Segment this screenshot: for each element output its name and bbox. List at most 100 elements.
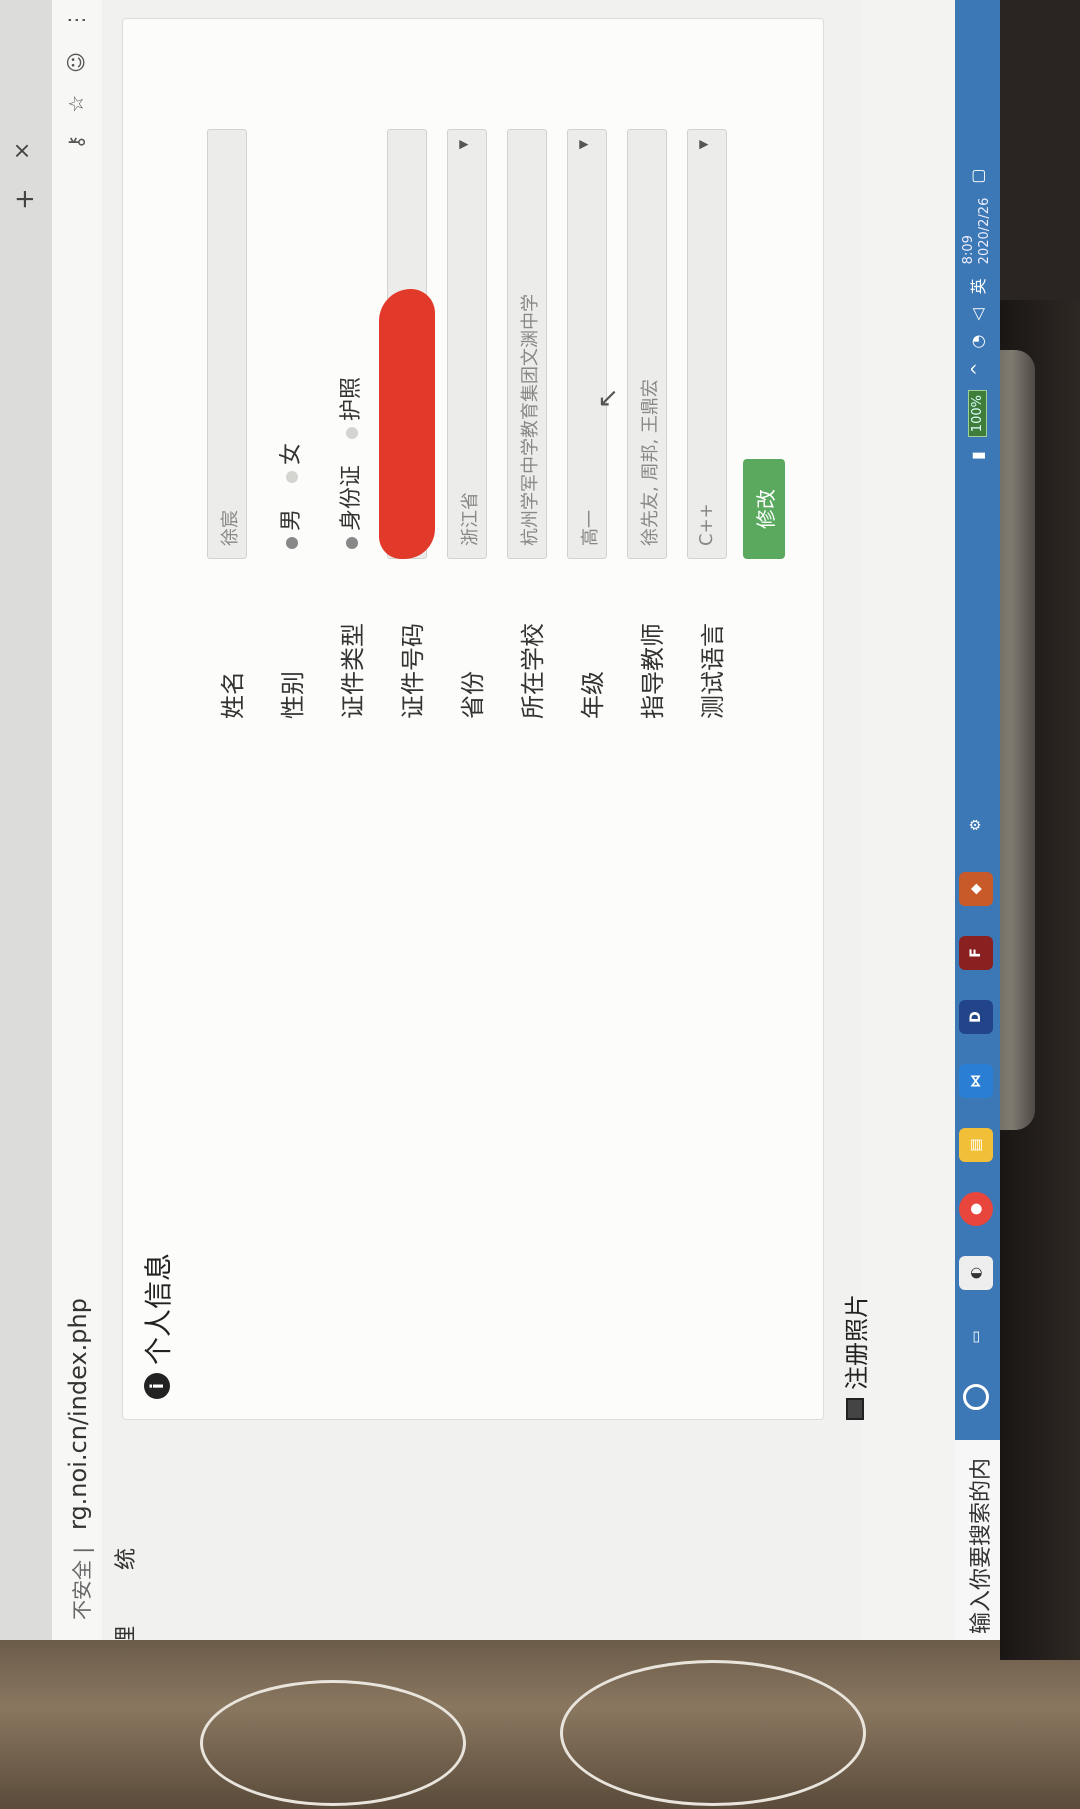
taskbar-apps: ▭ ◐ ● ▤ ⋈ D F ◆ ⚙: [959, 808, 993, 1410]
dropdown-caret-icon: ▼: [456, 140, 470, 150]
gender-option-female[interactable]: 女: [273, 443, 305, 483]
grade-select[interactable]: 高一 ▼: [567, 129, 607, 559]
grade-label: 年级: [579, 671, 607, 719]
url-text[interactable]: rg.noi.cn/index.php: [64, 1298, 92, 1530]
dropdown-caret-icon: ▼: [696, 140, 710, 150]
redaction-mark: [379, 289, 435, 559]
taskbar-search-box[interactable]: 输入你要搜索的内容: [955, 1440, 1000, 1640]
row-name: 姓名 徐宸: [203, 19, 253, 1419]
page-content: 理 统 i 个人信息 姓名 徐宸 性别 男 女 证件类型 身份证 护照 证件号码…: [102, 0, 871, 1640]
menu-icon[interactable]: ⋮: [64, 10, 88, 30]
province-label: 省份: [459, 671, 487, 719]
game-icon[interactable]: ◆: [959, 872, 993, 906]
desk-background: [0, 1640, 1080, 1809]
system-tray: ▮ 100% ^ ◔ ◁ 英 8:09 2020/2/26 ▢: [961, 169, 993, 460]
teacher-label: 指导教师: [639, 623, 667, 719]
notification-icon[interactable]: ▢: [968, 169, 987, 184]
clock-date: 2020/2/26: [977, 197, 992, 265]
vs-icon[interactable]: ⋈: [959, 1064, 993, 1098]
id-type-option-idcard[interactable]: 身份证: [333, 465, 365, 549]
id-type-label: 证件类型: [339, 623, 367, 719]
mouse-cursor-icon: ↖: [593, 387, 623, 409]
teacher-value: 徐先友, 周邦, 王鼎宏: [640, 379, 661, 546]
row-language: 测试语言 C++ ▼: [683, 19, 733, 1419]
name-field[interactable]: 徐宸: [207, 129, 247, 559]
school-field[interactable]: 杭州学军中学教育集团文渊中学: [507, 129, 547, 559]
sidebar-item-partial[interactable]: 统: [108, 1548, 140, 1570]
language-label: 测试语言: [699, 623, 727, 719]
radio-icon: [286, 470, 298, 483]
panel-header: i 个人信息: [137, 1253, 177, 1399]
personal-info-panel: i 个人信息 姓名 徐宸 性别 男 女 证件类型 身份证 护照 证件号码 省份 …: [122, 18, 824, 1420]
monitor-screen: + × 不安全 | rg.noi.cn/index.php ⚷ ☆ ☺ ⋮ 理 …: [0, 0, 1000, 1640]
modify-button[interactable]: 修改: [743, 459, 785, 559]
cable: [560, 1660, 866, 1806]
clock-time: 8:09: [961, 235, 976, 265]
radio-selected-icon: [346, 537, 358, 549]
volume-icon[interactable]: ◁: [968, 308, 987, 320]
browser-tab-bar: + ×: [0, 0, 52, 1640]
new-tab-button[interactable]: +: [10, 188, 40, 210]
gender-option-label: 女: [279, 442, 304, 465]
name-label: 姓名: [219, 671, 247, 719]
photo-section-title: 注册照片: [843, 1294, 871, 1390]
language-select[interactable]: C++ ▼: [687, 129, 727, 559]
key-icon[interactable]: ⚷: [64, 135, 88, 150]
id-type-radio-group: 身份证 护照: [333, 377, 365, 549]
close-tab-button[interactable]: ×: [10, 142, 35, 160]
school-label: 所在学校: [519, 623, 547, 719]
info-icon: i: [144, 1373, 170, 1399]
ime-indicator[interactable]: 英: [965, 278, 989, 294]
province-value: 浙江省: [460, 492, 481, 546]
picture-icon: [845, 1398, 864, 1420]
profile-icon[interactable]: ☺: [64, 52, 88, 73]
battery-indicator[interactable]: 100%: [967, 390, 987, 438]
windows-taskbar: ▭ ◐ ● ▤ ⋈ D F ◆ ⚙ ▮ 100% ^ ◔ ◁ 英 8:09 20…: [955, 0, 1000, 1640]
name-value: 徐宸: [220, 510, 241, 546]
sidebar-item-partial[interactable]: 理: [108, 1626, 140, 1640]
app-icon[interactable]: ◐: [959, 1256, 993, 1290]
chrome-icon[interactable]: ●: [959, 1192, 993, 1226]
security-indicator[interactable]: 不安全 |: [66, 1547, 95, 1620]
grade-value: 高一: [580, 510, 601, 546]
cortana-icon[interactable]: [963, 1384, 989, 1410]
gender-radio-group: 男 女: [273, 443, 305, 549]
star-icon[interactable]: ☆: [64, 95, 88, 113]
explorer-icon[interactable]: ▤: [959, 1128, 993, 1162]
teacher-field[interactable]: 徐先友, 周邦, 王鼎宏: [627, 129, 667, 559]
id-type-option-label: 身份证: [339, 464, 364, 531]
search-placeholder: 输入你要搜索的内容: [969, 1457, 994, 1634]
battery-icon[interactable]: ▮: [968, 451, 987, 460]
gender-label: 性别: [279, 671, 307, 719]
row-gender: 性别 男 女: [263, 19, 313, 1419]
row-province: 省份 浙江省 ▼: [443, 19, 493, 1419]
dropdown-caret-icon: ▼: [576, 140, 590, 150]
id-type-option-label: 护照: [339, 376, 364, 421]
row-grade: 年级 高一 ▼: [563, 19, 613, 1419]
dev-cpp-icon[interactable]: D: [959, 1000, 993, 1034]
photo-section-header: 注册照片: [837, 1294, 872, 1420]
row-school: 所在学校 杭州学军中学教育集团文渊中学: [503, 19, 553, 1419]
row-id-type: 证件类型 身份证 护照: [323, 19, 373, 1419]
gender-option-male[interactable]: 男: [273, 509, 305, 549]
chevron-up-icon[interactable]: ^: [968, 363, 987, 376]
panel-title: 个人信息: [142, 1252, 175, 1365]
id-type-option-passport[interactable]: 护照: [333, 377, 365, 439]
cable: [200, 1680, 466, 1806]
task-view-icon[interactable]: ▭: [959, 1320, 993, 1354]
row-teacher: 指导教师 徐先友, 周邦, 王鼎宏: [623, 19, 673, 1419]
network-icon[interactable]: ◔: [968, 335, 987, 349]
settings-icon[interactable]: ⚙: [959, 808, 993, 842]
fl-icon[interactable]: F: [959, 936, 993, 970]
address-bar-actions: ⚷ ☆ ☺ ⋮: [64, 10, 88, 149]
school-value: 杭州学军中学教育集团文渊中学: [520, 294, 541, 546]
province-select[interactable]: 浙江省 ▼: [447, 129, 487, 559]
radio-selected-icon: [286, 537, 298, 549]
language-value: C++: [696, 503, 717, 546]
id-number-label: 证件号码: [399, 623, 427, 719]
clock[interactable]: 8:09 2020/2/26: [961, 198, 993, 265]
gender-option-label: 男: [279, 508, 304, 531]
radio-icon: [346, 426, 358, 439]
address-bar[interactable]: 不安全 | rg.noi.cn/index.php ⚷ ☆ ☺ ⋮: [52, 0, 103, 1640]
row-id-number: 证件号码: [379, 19, 435, 1419]
